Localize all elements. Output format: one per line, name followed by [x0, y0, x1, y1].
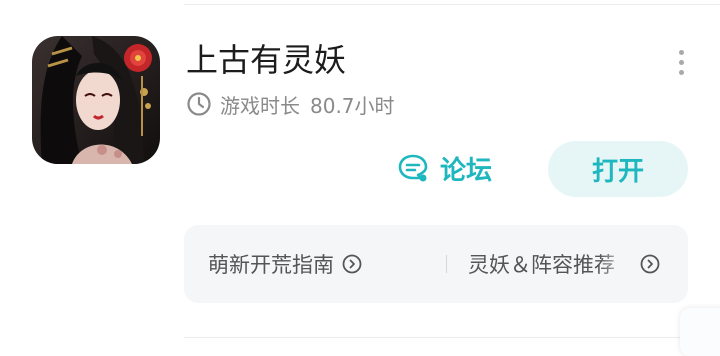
top-divider	[184, 4, 720, 5]
guide-label: 萌新开荒指南	[208, 253, 334, 277]
chat-bubble-icon	[396, 151, 430, 185]
clock-icon	[186, 91, 212, 117]
chevron-right-circle-icon	[342, 254, 362, 274]
guide-link-beginner[interactable]: 萌新开荒指南	[208, 225, 362, 303]
game-app-icon[interactable]	[32, 36, 160, 164]
guide-separator	[446, 255, 447, 273]
guide-label: 灵妖＆阵容推荐	[468, 253, 615, 277]
chevron-right-circle-icon	[640, 254, 660, 274]
game-title: 上古有灵妖	[186, 41, 347, 79]
guide-card: 萌新开荒指南 灵妖＆阵容推荐	[184, 225, 688, 303]
playtime-value: 80.7小时	[310, 93, 395, 118]
bottom-divider	[184, 337, 720, 338]
playtime-label: 游戏时长	[220, 93, 300, 118]
open-game-button[interactable]: 打开	[548, 141, 688, 197]
guide-link-team-recommend[interactable]: 灵妖＆阵容推荐	[468, 225, 660, 303]
more-vertical-icon	[678, 49, 684, 55]
more-options-button[interactable]	[664, 44, 698, 80]
forum-button[interactable]: 论坛	[396, 148, 492, 188]
forum-label: 论坛	[440, 155, 493, 186]
playtime-row: 游戏时长 80.7小时	[186, 90, 395, 118]
next-card-edge	[680, 308, 720, 356]
